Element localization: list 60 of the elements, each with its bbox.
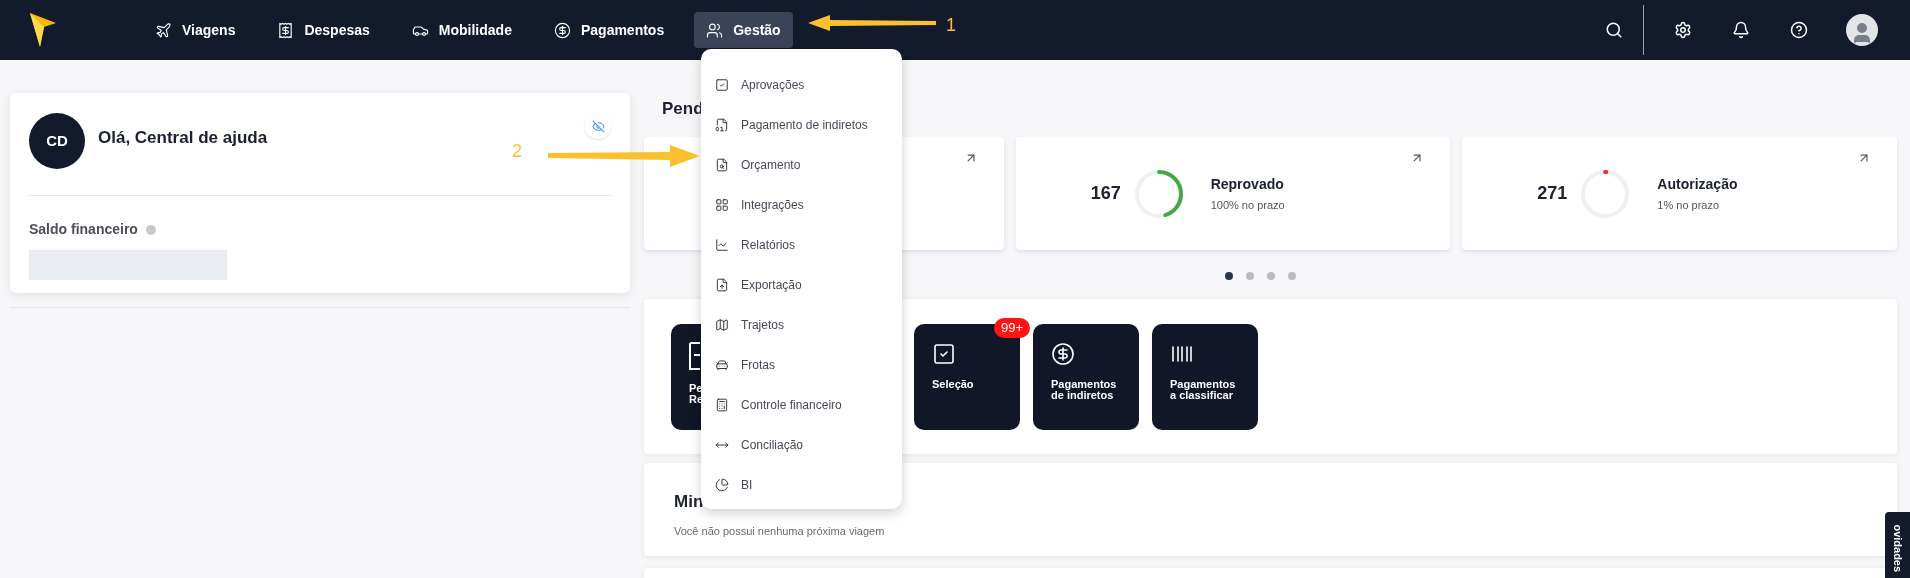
file-upload-icon: [715, 278, 729, 292]
nav-tab[interactable]: Despesas: [265, 12, 382, 48]
notification-badge: 99+: [993, 317, 1030, 338]
nav-tab[interactable]: Gestão: [694, 12, 793, 48]
shortcut-tile[interactable]: Pagamentos de indiretos: [1033, 323, 1139, 430]
plane-icon: [155, 21, 172, 39]
greeting: Olá, Central de ajuda: [98, 127, 268, 149]
shortcut-label: Pagamentos de indiretos: [1051, 378, 1117, 401]
dollar-icon: [553, 21, 571, 39]
document-icon: [715, 118, 729, 132]
car-icon: [715, 358, 729, 372]
status-title: Reprovado: [1210, 174, 1285, 194]
shortcut-label: Pagamentos a classificar: [1170, 378, 1236, 401]
menu-item[interactable]: Trajetos: [701, 305, 902, 345]
annotation-number: 2: [512, 140, 522, 163]
bell-icon[interactable]: [1732, 21, 1750, 39]
status-card[interactable]: 271 Autorização 1% no prazo: [1462, 137, 1897, 250]
dollar-icon: [1051, 341, 1075, 366]
users-icon: [706, 21, 724, 39]
menu-item[interactable]: Relatórios: [701, 225, 902, 265]
eye-off-icon: [591, 119, 605, 133]
menu-item[interactable]: Pagamento de indiretos: [701, 105, 902, 145]
menu-item[interactable]: Exportação: [701, 265, 902, 305]
empty-trips-message: Você não possui nenhuma próxima viagem: [674, 523, 886, 539]
document-search-icon: [715, 158, 729, 172]
annotation-number: 1: [946, 14, 956, 37]
nav-tab[interactable]: Mobilidade: [399, 12, 524, 48]
menu-item[interactable]: Integrações: [701, 185, 902, 225]
user-avatar[interactable]: [1846, 14, 1878, 46]
logo-icon[interactable]: [30, 13, 56, 47]
checkbox-icon: [932, 341, 956, 366]
pie-chart-icon: [715, 478, 729, 492]
menu-item[interactable]: Orçamento: [701, 145, 902, 185]
status-subtitle: 100% no prazo: [1210, 197, 1285, 213]
grid-icon: [715, 198, 729, 212]
hide-values-button[interactable]: [585, 113, 611, 139]
menu-item[interactable]: Frotas: [701, 345, 902, 385]
status-title: Autorização: [1657, 174, 1738, 194]
calculator-icon: [715, 398, 729, 412]
status-count: 167: [1090, 182, 1122, 205]
menu-item[interactable]: Conciliação: [701, 425, 902, 465]
checkbox-icon: [715, 78, 729, 92]
user-initials-avatar: CD: [29, 113, 85, 169]
receipt-icon: [277, 21, 295, 39]
status-subtitle: 1% no prazo: [1657, 197, 1721, 213]
nav-tab[interactable]: Viagens: [143, 12, 248, 48]
status-count: 271: [1537, 182, 1569, 205]
nav-tab[interactable]: Pagamentos: [541, 12, 677, 48]
news-side-tab[interactable]: ovidades: [1885, 512, 1910, 578]
search-icon[interactable]: [1605, 21, 1623, 39]
section-heading: Min: [674, 491, 705, 513]
chart-icon: [715, 238, 729, 252]
menu-item[interactable]: Aprovações: [701, 65, 902, 105]
map-icon: [715, 318, 729, 332]
shortcut-tile[interactable]: Pagamentos a classificar: [1152, 323, 1258, 430]
menu-item[interactable]: Controle financeiro: [701, 385, 902, 425]
settings-icon[interactable]: [1674, 21, 1692, 39]
status-card[interactable]: 167 Reprovado 100% no prazo: [1015, 137, 1451, 250]
balance-label: Saldo financeiro: [29, 220, 138, 239]
shortcut-label: Seleção: [932, 378, 974, 390]
